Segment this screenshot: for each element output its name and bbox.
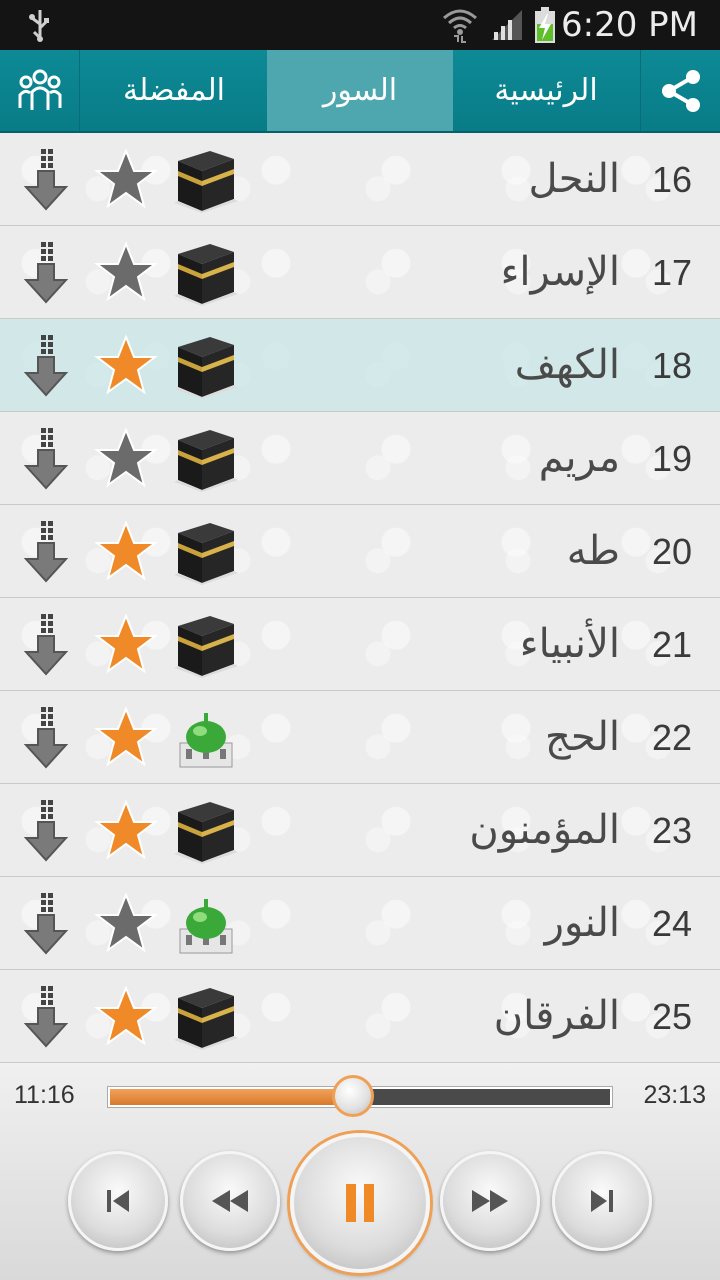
download-icon[interactable]: [22, 240, 70, 306]
download-icon[interactable]: [22, 984, 70, 1050]
surah-row[interactable]: الكهف 18: [0, 319, 720, 412]
group-icon: [18, 69, 62, 110]
signal-icon: [492, 10, 522, 40]
download-icon[interactable]: [22, 891, 70, 957]
surah-name: الفرقان: [493, 993, 620, 1039]
seek-bar-fill: [110, 1089, 353, 1105]
next-button[interactable]: [552, 1151, 652, 1251]
kaaba-icon: [174, 523, 238, 585]
star-empty-icon[interactable]: [94, 427, 158, 489]
download-icon[interactable]: [22, 147, 70, 213]
star-empty-icon[interactable]: [94, 892, 158, 954]
surah-row[interactable]: الأنبياء 21: [0, 598, 720, 691]
surah-number: 16: [651, 159, 692, 200]
surah-number: 17: [651, 252, 692, 293]
surah-name: المؤمنون: [469, 807, 620, 853]
mosque-icon: [179, 899, 233, 954]
surah-name: الإسراء: [500, 249, 620, 295]
pause-icon: [346, 1184, 374, 1222]
download-icon[interactable]: [22, 519, 70, 585]
wifi-icon: [443, 9, 477, 43]
star-filled-icon[interactable]: [94, 613, 158, 675]
skip-next-icon: [591, 1190, 613, 1212]
tab-favorites[interactable]: المفضلة: [81, 50, 267, 131]
total-time: 23:13: [643, 1081, 706, 1109]
download-icon[interactable]: [22, 798, 70, 864]
star-filled-icon[interactable]: [94, 985, 158, 1047]
kaaba-icon: [174, 244, 238, 306]
surah-row[interactable]: طه 20: [0, 505, 720, 598]
kaaba-icon: [174, 430, 238, 492]
surah-row[interactable]: الفرقان 25: [0, 970, 720, 1063]
kaaba-icon: [174, 988, 238, 1050]
surah-name: الحج: [545, 714, 620, 760]
surah-name: النحل: [528, 156, 620, 202]
kaaba-icon: [174, 802, 238, 864]
surah-number: 19: [651, 438, 692, 479]
download-icon[interactable]: [22, 612, 70, 678]
surah-number: 18: [651, 345, 692, 386]
kaaba-icon: [174, 616, 238, 678]
seek-bar[interactable]: [108, 1075, 612, 1117]
tab-bar: المفضلة السور الرئيسية: [0, 50, 720, 133]
surah-row[interactable]: مريم 19: [0, 412, 720, 505]
kaaba-icon: [174, 151, 238, 213]
battery-charging-icon: [535, 7, 555, 43]
fast-forward-button[interactable]: [440, 1151, 540, 1251]
surah-name: مريم: [538, 435, 620, 481]
surah-row[interactable]: الإسراء 17: [0, 226, 720, 319]
star-filled-icon[interactable]: [94, 799, 158, 861]
surah-row[interactable]: النحل 16: [0, 133, 720, 226]
mosque-icon: [179, 713, 233, 768]
tab-home[interactable]: الرئيسية: [453, 50, 639, 131]
download-icon[interactable]: [22, 333, 70, 399]
share-icon: [662, 70, 700, 112]
star-filled-icon[interactable]: [94, 520, 158, 582]
surah-name: النور: [544, 900, 620, 946]
star-empty-icon[interactable]: [94, 241, 158, 303]
current-time: 11:16: [14, 1081, 75, 1109]
surah-row[interactable]: النور 24: [0, 877, 720, 970]
star-filled-icon[interactable]: [94, 706, 158, 768]
status-time: 6:20 PM: [561, 5, 698, 45]
surah-row[interactable]: الحج 22: [0, 691, 720, 784]
download-icon[interactable]: [22, 705, 70, 771]
star-filled-icon[interactable]: [94, 334, 158, 396]
surah-number: 20: [651, 531, 692, 572]
surah-number: 22: [651, 717, 692, 758]
previous-button[interactable]: [68, 1151, 168, 1251]
surah-name: الأنبياء: [519, 621, 620, 667]
star-empty-icon[interactable]: [94, 148, 158, 210]
surah-number: 23: [651, 810, 692, 851]
surah-number: 25: [651, 996, 692, 1037]
surah-name: طه: [566, 528, 620, 574]
usb-icon: [29, 10, 49, 42]
rewind-icon: [212, 1190, 248, 1212]
rewind-button[interactable]: [180, 1151, 280, 1251]
kaaba-icon: [174, 337, 238, 399]
fast-forward-icon: [472, 1190, 508, 1212]
surah-row[interactable]: المؤمنون 23: [0, 784, 720, 877]
download-icon[interactable]: [22, 426, 70, 492]
status-bar: 6:20 PM: [0, 0, 720, 50]
tab-surahs[interactable]: السور: [267, 50, 453, 131]
seek-thumb[interactable]: [332, 1075, 374, 1117]
pause-button[interactable]: [290, 1133, 430, 1273]
group-button[interactable]: [0, 50, 80, 131]
share-button[interactable]: [640, 50, 720, 131]
surah-number: 24: [651, 903, 692, 944]
skip-previous-icon: [107, 1190, 129, 1212]
surah-name: الكهف: [514, 342, 620, 388]
audio-player: 11:16 23:13: [0, 1063, 720, 1280]
surah-number: 21: [651, 624, 692, 665]
surah-list[interactable]: النحل 16 الإسراء 17 الكهف 18 مريم 19 طه 20 الأنبيا…: [0, 133, 720, 1063]
